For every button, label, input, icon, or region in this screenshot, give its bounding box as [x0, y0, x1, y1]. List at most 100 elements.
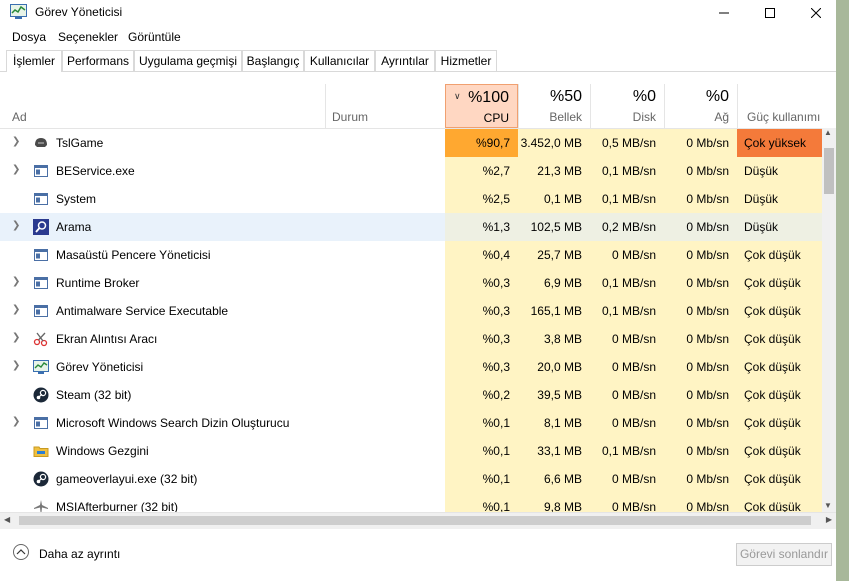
scroll-right-icon[interactable]: ▶	[826, 515, 832, 524]
process-network: 0 Mb/sn	[664, 409, 737, 437]
process-memory: 33,1 MB	[518, 437, 590, 465]
tab-performance[interactable]: Performans	[62, 50, 134, 71]
menu-view[interactable]: Görüntüle	[128, 30, 181, 44]
process-name: Ekran Alıntısı Aracı	[56, 332, 158, 346]
scroll-down-icon[interactable]: ▼	[824, 501, 832, 510]
process-row[interactable]: Windows Gezgini %0,1 33,1 MB 0,1 MB/sn 0 Mb/…	[0, 437, 836, 465]
network-total: %0	[705, 88, 729, 105]
process-power: Çok düşük	[737, 353, 822, 381]
process-cpu: %90,7	[445, 129, 518, 157]
process-memory: 3,8 MB	[518, 325, 590, 353]
horizontal-scrollbar[interactable]: ◀ ▶	[0, 512, 836, 529]
process-disk: 0,5 MB/sn	[590, 129, 664, 157]
process-cpu: %0,3	[445, 269, 518, 297]
expand-chevron-icon[interactable]: ❯	[12, 360, 20, 371]
menu-bar: Dosya Seçenekler Görüntüle	[0, 27, 849, 47]
process-name: MSIAfterburner (32 bit)	[56, 500, 179, 512]
scroll-up-icon[interactable]: ▲	[824, 128, 832, 137]
column-cpu[interactable]: ∨ %100 CPU	[445, 84, 518, 128]
menu-options[interactable]: Seçenekler	[58, 30, 118, 44]
window-app-icon	[33, 163, 49, 179]
process-name: Runtime Broker	[56, 276, 140, 290]
fewer-details-link[interactable]: Daha az ayrıntı	[39, 547, 120, 561]
process-row[interactable]: ❯ Görev Yöneticisi %0,3 20,0 MB 0 MB/sn 0 Mb/…	[0, 353, 836, 381]
process-disk: 0 MB/sn	[590, 409, 664, 437]
tab-users[interactable]: Kullanıcılar	[304, 50, 375, 71]
process-row[interactable]: ❯ Antimalware Service Executable %0,3 165,1…	[0, 297, 836, 325]
column-disk[interactable]: %0 Disk	[590, 84, 664, 128]
column-name[interactable]: Ad	[0, 84, 325, 128]
expand-chevron-icon[interactable]: ❯	[12, 164, 20, 175]
process-row[interactable]: ❯ Arama %1,3 102,5 MB 0,2 MB/sn 0 Mb/sn Düşük	[0, 213, 836, 241]
power-label: Güç kullanımı	[747, 110, 821, 124]
tab-strip: İşlemler Performans Uygulama geçmişi Baş…	[0, 50, 849, 72]
column-power[interactable]: Güç kullanımı	[737, 84, 836, 128]
column-status-label: Durum	[332, 110, 369, 124]
process-disk: 0 MB/sn	[590, 381, 664, 409]
airplane-icon	[33, 499, 49, 512]
process-name: Masaüstü Pencere Yöneticisi	[56, 248, 211, 262]
vertical-scrollbar[interactable]: ▲ ▼	[822, 128, 836, 512]
process-memory: 39,5 MB	[518, 381, 590, 409]
expand-chevron-icon[interactable]: ❯	[12, 304, 20, 315]
tab-app-history[interactable]: Uygulama geçmişi	[134, 50, 242, 71]
process-row[interactable]: ❯ Ekran Alıntısı Aracı %0,3 3,8 MB 0 MB/sn 0 …	[0, 325, 836, 353]
column-status[interactable]: Durum	[325, 84, 445, 128]
column-network[interactable]: %0 Ağ	[664, 84, 737, 128]
tab-services[interactable]: Hizmetler	[435, 50, 497, 71]
process-row[interactable]: ❯ BEService.exe %2,7 21,3 MB 0,1 MB/sn 0 Mb/s…	[0, 157, 836, 185]
process-power: Çok düşük	[737, 437, 822, 465]
fewer-details-icon[interactable]	[13, 544, 29, 560]
process-memory: 8,1 MB	[518, 409, 590, 437]
end-task-button[interactable]: Görevi sonlandır	[736, 543, 832, 566]
expand-chevron-icon[interactable]: ❯	[12, 416, 20, 427]
process-power: Çok yüksek	[737, 129, 822, 157]
maximize-button[interactable]	[747, 0, 793, 26]
expand-chevron-icon[interactable]: ❯	[12, 276, 20, 287]
vertical-scroll-thumb[interactable]	[824, 148, 834, 194]
close-icon	[811, 8, 821, 18]
process-memory: 3.452,0 MB	[518, 129, 590, 157]
expand-chevron-icon[interactable]: ❯	[12, 332, 20, 343]
process-cpu: %0,3	[445, 353, 518, 381]
process-cpu: %0,3	[445, 297, 518, 325]
process-row[interactable]: Masaüstü Pencere Yöneticisi %0,4 25,7 MB 0 …	[0, 241, 836, 269]
process-disk: 0 MB/sn	[590, 325, 664, 353]
process-disk: 0,2 MB/sn	[590, 213, 664, 241]
column-memory[interactable]: %50 Bellek	[518, 84, 590, 128]
scroll-left-icon[interactable]: ◀	[4, 515, 10, 524]
process-row[interactable]: ❯ TslGame %90,7 3.452,0 MB 0,5 MB/sn 0 Mb/sn Ç…	[0, 129, 836, 157]
footer-bar: Daha az ayrıntı Görevi sonlandır	[0, 536, 849, 581]
process-row[interactable]: ❯ Runtime Broker %0,3 6,9 MB 0,1 MB/sn 0 Mb/s…	[0, 269, 836, 297]
process-power: Çok düşük	[737, 381, 822, 409]
cpu-total: %100	[468, 89, 509, 106]
expand-chevron-icon[interactable]: ❯	[12, 220, 20, 231]
process-row[interactable]: System %2,5 0,1 MB 0,1 MB/sn 0 Mb/sn Düşük	[0, 185, 836, 213]
tab-startup[interactable]: Başlangıç	[242, 50, 304, 71]
process-row[interactable]: Steam (32 bit) %0,2 39,5 MB 0 MB/sn 0 Mb/sn Ç…	[0, 381, 836, 409]
close-button[interactable]	[793, 0, 839, 26]
pubg-helmet-icon	[33, 135, 49, 151]
process-cpu: %0,3	[445, 325, 518, 353]
tab-processes[interactable]: İşlemler	[6, 50, 62, 72]
process-network: 0 Mb/sn	[664, 381, 737, 409]
process-row[interactable]: MSIAfterburner (32 bit) %0,1 9,8 MB 0 MB/sn…	[0, 493, 836, 512]
process-name: TslGame	[56, 136, 104, 150]
minimize-button[interactable]	[701, 0, 747, 26]
process-network: 0 Mb/sn	[664, 493, 737, 512]
process-power: Çok düşük	[737, 493, 822, 512]
expand-chevron-icon[interactable]: ❯	[12, 136, 20, 147]
process-disk: 0 MB/sn	[590, 465, 664, 493]
horizontal-scroll-thumb[interactable]	[19, 516, 811, 525]
process-network: 0 Mb/sn	[664, 297, 737, 325]
window-app-icon	[33, 303, 49, 319]
process-memory: 9,8 MB	[518, 493, 590, 512]
process-row[interactable]: ❯ Microsoft Windows Search Dizin Oluşturu…	[0, 409, 836, 437]
tab-details[interactable]: Ayrıntılar	[375, 50, 435, 71]
process-name: Steam (32 bit)	[56, 388, 132, 402]
process-memory: 0,1 MB	[518, 185, 590, 213]
process-row[interactable]: gameoverlayui.exe (32 bit) %0,1 6,6 MB 0 MB…	[0, 465, 836, 493]
menu-file[interactable]: Dosya	[12, 30, 46, 44]
process-power: Düşük	[737, 185, 822, 213]
process-cpu: %0,1	[445, 437, 518, 465]
